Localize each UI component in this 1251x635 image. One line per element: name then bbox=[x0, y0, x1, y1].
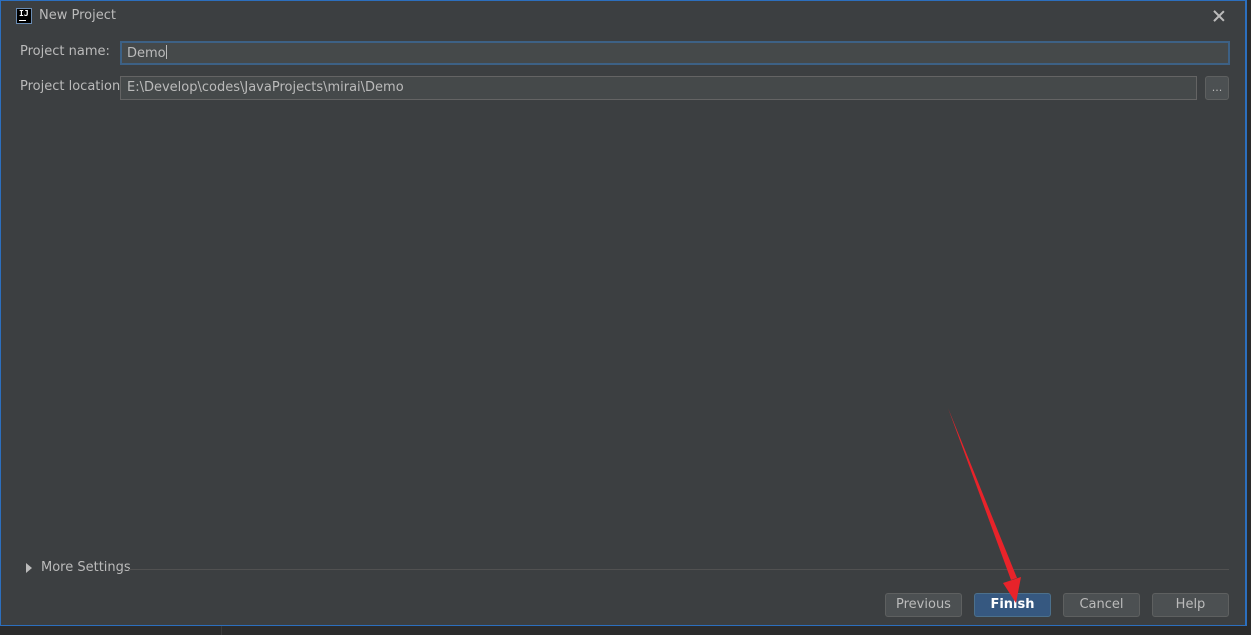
project-location-label-text: Project location: bbox=[20, 79, 125, 94]
project-name-label: Project name: bbox=[20, 44, 110, 59]
new-project-dialog: IJ New Project Project name: Demo Projec… bbox=[0, 0, 1247, 626]
close-icon[interactable] bbox=[1212, 9, 1226, 23]
more-settings-label: More Settings bbox=[41, 560, 131, 575]
project-name-input[interactable]: Demo bbox=[120, 41, 1230, 65]
title-bar: IJ New Project bbox=[1, 1, 1245, 31]
project-location-value: E:\Develop\codes\JavaProjects\mirai\Demo bbox=[127, 80, 404, 95]
browse-button[interactable]: ... bbox=[1205, 76, 1229, 100]
project-name-value: Demo bbox=[127, 46, 166, 61]
cancel-button[interactable]: Cancel bbox=[1063, 593, 1140, 617]
background-editor-strip bbox=[0, 626, 1251, 635]
dialog-title: New Project bbox=[39, 8, 116, 23]
expand-triangle-icon bbox=[26, 563, 32, 573]
previous-button[interactable]: Previous bbox=[885, 593, 962, 617]
project-location-input[interactable]: E:\Develop\codes\JavaProjects\mirai\Demo bbox=[120, 76, 1197, 100]
intellij-idea-icon: IJ bbox=[16, 8, 32, 24]
project-location-label: Project location: bbox=[20, 79, 125, 94]
project-name-label-text: Project name: bbox=[20, 44, 110, 59]
help-button[interactable]: Help bbox=[1152, 593, 1229, 617]
finish-button[interactable]: Finish bbox=[974, 593, 1051, 617]
background-editor-gutter bbox=[221, 626, 222, 635]
text-caret bbox=[165, 45, 167, 59]
more-settings-divider bbox=[129, 569, 1229, 570]
